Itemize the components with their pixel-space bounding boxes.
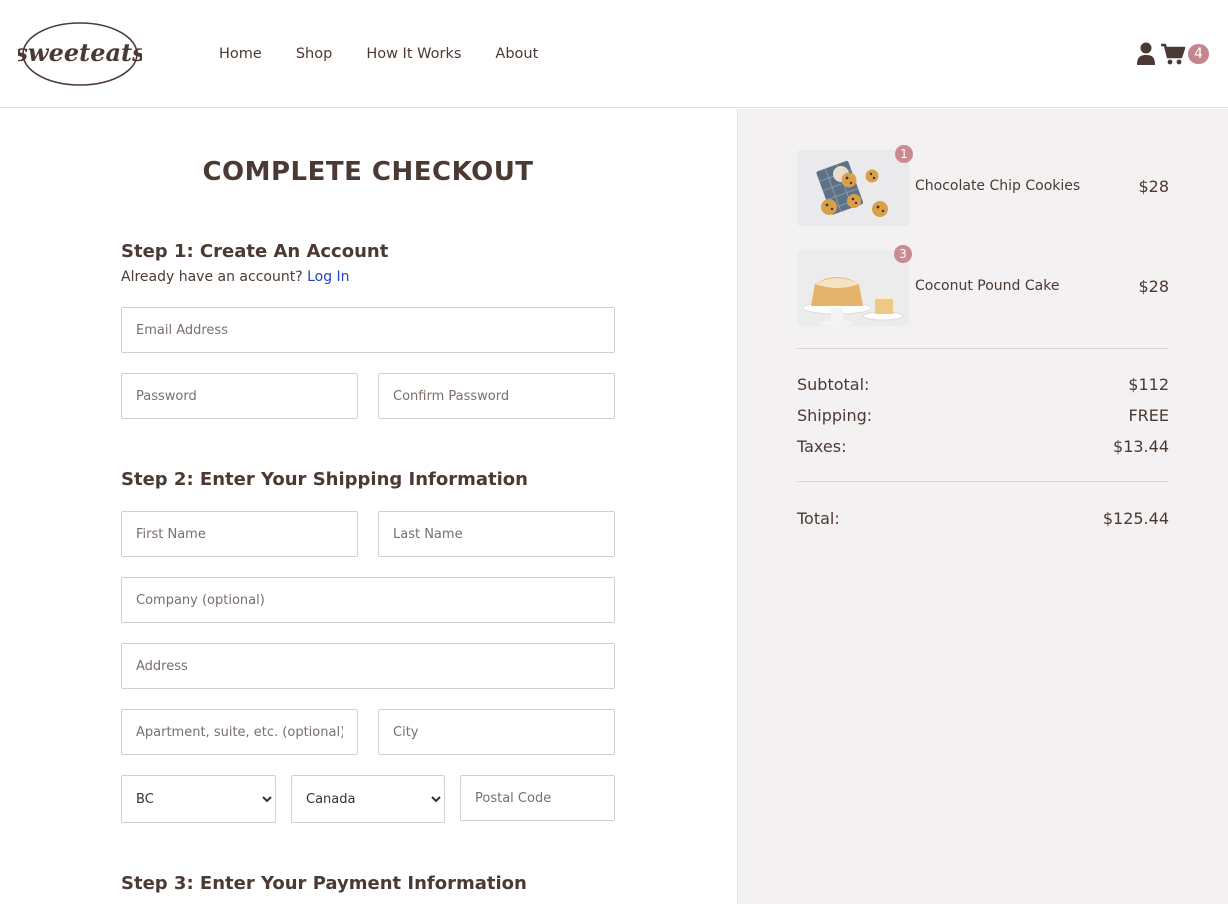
checkout-form: COMPLETE CHECKOUT Step 1: Create An Acco…: [0, 109, 737, 904]
confirm-password-field[interactable]: [378, 373, 615, 419]
summary-divider: [797, 348, 1169, 349]
site-header: sweeteats Home Shop How It Works About 4: [0, 0, 1228, 108]
login-prompt: Already have an account? Log In: [121, 269, 350, 285]
city-field[interactable]: [378, 709, 615, 755]
postal-code-field[interactable]: [460, 775, 615, 821]
item-price: $28: [1138, 277, 1169, 296]
email-field[interactable]: [121, 307, 615, 353]
step2-title: Step 2: Enter Your Shipping Information: [121, 469, 528, 490]
cookies-image: [797, 150, 909, 226]
order-summary: 1 Chocolate Chip Cookies $28 3 Coconut P…: [737, 109, 1228, 904]
item-price: $28: [1138, 177, 1169, 196]
cart-item: 3 Coconut Pound Cake $28: [797, 245, 1169, 326]
nav-about[interactable]: About: [495, 44, 538, 64]
cart-item: 1 Chocolate Chip Cookies $28: [797, 145, 1169, 226]
total-label: Total:: [797, 509, 840, 528]
svg-text:sweeteats: sweeteats: [18, 38, 142, 67]
page-title: COMPLETE CHECKOUT: [202, 157, 534, 187]
sweeteats-logo[interactable]: sweeteats: [18, 20, 142, 88]
taxes-value: $13.44: [1113, 437, 1169, 456]
item-name: Coconut Pound Cake: [915, 278, 1060, 294]
shipping-value: FREE: [1128, 406, 1169, 425]
step1-title: Step 1: Create An Account: [121, 241, 389, 262]
nav-home[interactable]: Home: [219, 44, 262, 64]
company-field[interactable]: [121, 577, 615, 623]
cart-icon[interactable]: [1160, 42, 1186, 66]
quantity-badge: 3: [894, 245, 912, 263]
last-name-field[interactable]: [378, 511, 615, 557]
user-icon[interactable]: [1136, 42, 1156, 66]
nav-how-it-works[interactable]: How It Works: [366, 44, 461, 64]
item-name: Chocolate Chip Cookies: [915, 178, 1081, 194]
cart-count-badge[interactable]: 4: [1188, 44, 1209, 64]
pound-cake-image: [797, 250, 909, 326]
summary-divider: [797, 481, 1169, 482]
step3-title: Step 3: Enter Your Payment Information: [121, 873, 527, 894]
first-name-field[interactable]: [121, 511, 358, 557]
country-select[interactable]: Canada: [291, 775, 445, 823]
taxes-label: Taxes:: [797, 437, 847, 456]
login-prompt-text: Already have an account?: [121, 269, 303, 285]
login-link[interactable]: Log In: [307, 269, 349, 285]
address-field[interactable]: [121, 643, 615, 689]
total-value: $125.44: [1102, 509, 1169, 528]
nav-shop[interactable]: Shop: [296, 44, 332, 64]
password-field[interactable]: [121, 373, 358, 419]
header-actions: 4: [1136, 41, 1209, 67]
quantity-badge: 1: [895, 145, 913, 163]
apartment-field[interactable]: [121, 709, 358, 755]
shipping-label: Shipping:: [797, 406, 873, 425]
main-nav: Home Shop How It Works About: [219, 44, 572, 64]
province-select[interactable]: BC: [121, 775, 276, 823]
subtotal-value: $112: [1128, 375, 1169, 394]
subtotal-label: Subtotal:: [797, 375, 870, 394]
